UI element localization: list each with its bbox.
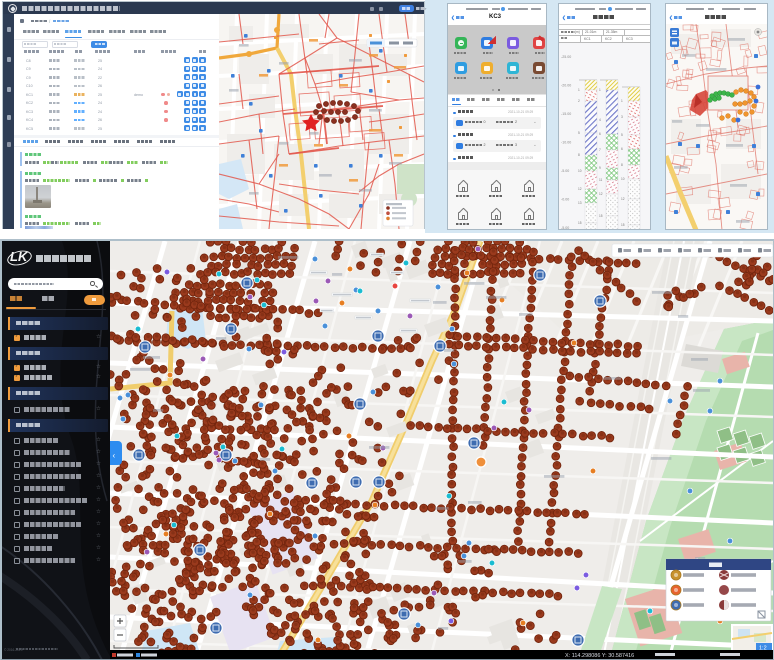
svg-text:-0.00: -0.00 — [561, 197, 569, 201]
svg-text:‹: ‹ — [113, 451, 116, 460]
svg-text:10: 10 — [621, 177, 625, 181]
svg-text:10: 10 — [578, 169, 582, 173]
svg-text:-10.00: -10.00 — [561, 140, 571, 144]
svg-text:6: 6 — [621, 147, 623, 151]
svg-text:1: 1 — [578, 88, 580, 92]
svg-text:13: 13 — [578, 201, 582, 205]
svg-text:15: 15 — [621, 223, 625, 227]
svg-text:12: 12 — [599, 192, 603, 196]
svg-text:-5.00: -5.00 — [561, 226, 569, 230]
svg-text:1: 1 — [599, 88, 601, 92]
svg-text:15: 15 — [599, 214, 603, 218]
svg-text:-20.00: -20.00 — [561, 83, 571, 87]
svg-text:6: 6 — [599, 132, 601, 136]
svg-text:-25.00: -25.00 — [561, 55, 571, 59]
svg-text:15: 15 — [578, 221, 582, 225]
svg-text:-15.00: -15.00 — [561, 112, 571, 116]
svg-text:11: 11 — [599, 178, 603, 182]
svg-text:2: 2 — [578, 99, 580, 103]
svg-text:3: 3 — [621, 115, 623, 119]
svg-text:9: 9 — [599, 166, 601, 170]
svg-text:12: 12 — [621, 197, 625, 201]
svg-text:X: 114.298086 Y: 30.587416: X: 114.298086 Y: 30.587416 — [565, 653, 634, 659]
svg-text:7: 7 — [599, 148, 601, 152]
svg-text:1: 1 — [621, 99, 623, 103]
svg-text:5: 5 — [621, 133, 623, 137]
svg-text:12: 12 — [578, 187, 582, 191]
svg-text:4: 4 — [599, 118, 601, 122]
svg-text:8: 8 — [621, 163, 623, 167]
svg-text:-5.00: -5.00 — [561, 169, 569, 173]
svg-text:5: 5 — [578, 131, 580, 135]
svg-text:16: 16 — [599, 230, 603, 231]
svg-text:8: 8 — [578, 153, 580, 157]
